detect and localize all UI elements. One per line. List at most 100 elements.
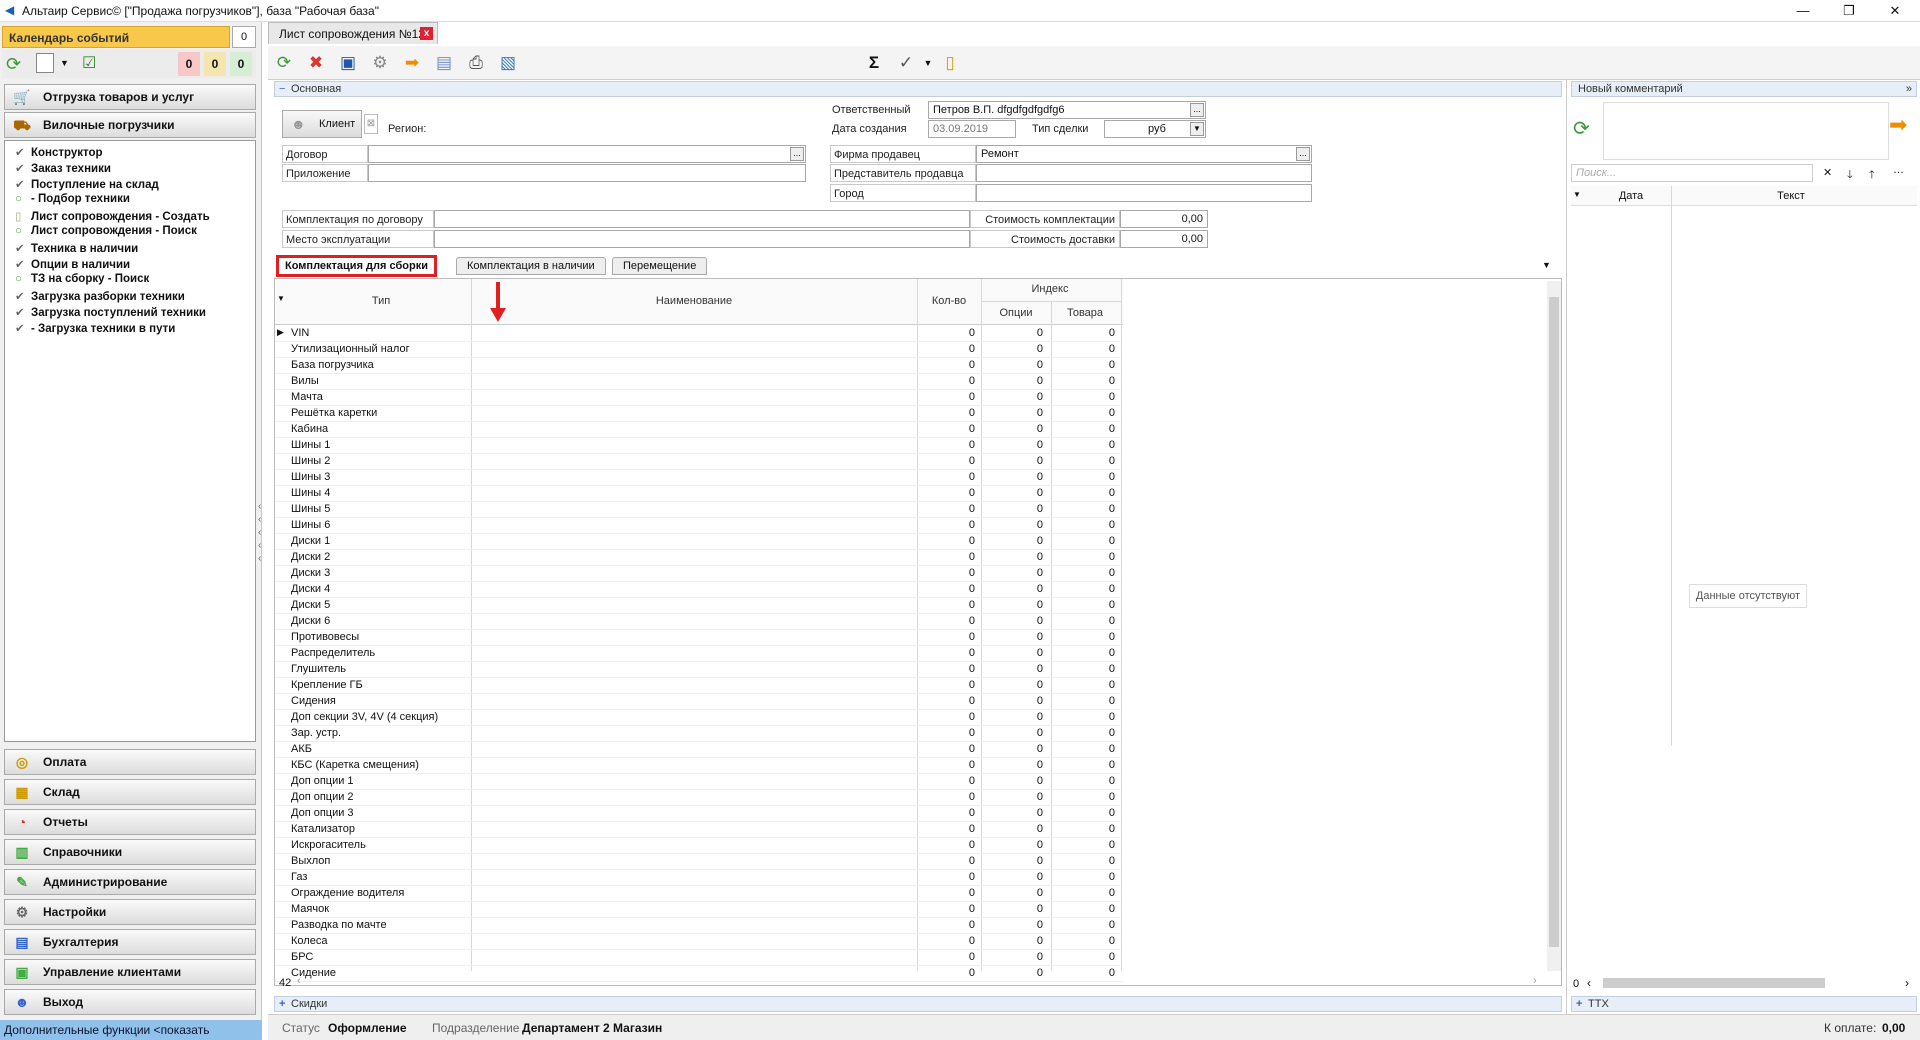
nav-references[interactable]: ▥ Справочники [4,839,256,865]
table-row[interactable]: Доп секции 3V, 4V (4 секция) 0 0 0 [275,710,1123,726]
table-row[interactable]: Доп опции 2 0 0 0 [275,790,1123,806]
table-row[interactable]: VIN 0 0 0 [275,326,1123,342]
table-row[interactable]: Шины 2 0 0 0 [275,454,1123,470]
more-options-icon[interactable]: … [1893,164,1904,176]
contract-field[interactable]: ... [368,145,806,163]
print-icon[interactable]: ⎙ [464,52,488,74]
tab-transfer[interactable]: Перемещение [612,257,708,275]
ttx-section-header[interactable]: + ТТХ [1571,996,1917,1012]
table-row[interactable]: Диски 2 0 0 0 [275,550,1123,566]
table-row[interactable]: АКБ 0 0 0 [275,742,1123,758]
created-date-field[interactable]: 03.09.2019 [928,120,1016,138]
export-icon[interactable]: ▤ [432,52,456,74]
refresh-icon[interactable]: ⟳ [272,52,296,74]
table-row[interactable]: Шины 4 0 0 0 [275,486,1123,502]
settings-icon[interactable]: ⚙ [368,52,392,74]
new-document-icon[interactable] [36,53,54,73]
nav-settings[interactable]: ⚙ Настройки [4,899,256,925]
horizontal-scrollbar-thumb[interactable] [1603,978,1825,988]
kit-cost-field[interactable]: 0,00 [1120,210,1208,228]
section-main-header[interactable]: − Основная [274,81,1562,97]
dropdown-arrow-icon[interactable]: ▼ [916,52,940,74]
table-row[interactable]: Противовесы 0 0 0 [275,630,1123,646]
table-row[interactable]: Газ 0 0 0 [275,870,1123,886]
table-row[interactable]: Разводка по мачте 0 0 0 [275,918,1123,934]
tree-item[interactable]: ✔ Конструктор [15,145,103,161]
dropdown-arrow-icon[interactable]: ▼ [60,58,69,68]
table-row[interactable]: Маячок 0 0 0 [275,902,1123,918]
table-row[interactable]: Шины 6 0 0 0 [275,518,1123,534]
delivery-cost-field[interactable]: 0,00 [1120,230,1208,248]
seller-rep-field[interactable] [976,164,1312,182]
table-row[interactable]: Шины 1 0 0 0 [275,438,1123,454]
responsible-field[interactable]: Петров В.П. dfgdfgdfgdfg6 ... [928,101,1206,119]
table-row[interactable]: КБС (Каретка смещения) 0 0 0 [275,758,1123,774]
table-row[interactable]: Доп опции 3 0 0 0 [275,806,1123,822]
table-row[interactable]: Сидение 0 0 0 [275,966,1123,982]
checkmark-icon[interactable]: ✓ [894,52,918,74]
clear-search-icon[interactable]: ✕ [1823,166,1832,179]
seller-picker-button[interactable]: ... [1296,147,1310,161]
checklist-icon[interactable]: ☑ [82,53,96,73]
contract-picker-button[interactable]: ... [790,147,804,161]
table-row[interactable]: Диски 6 0 0 0 [275,614,1123,630]
image-icon[interactable]: ▧ [496,52,520,74]
table-row[interactable]: Диски 1 0 0 0 [275,534,1123,550]
scroll-left-icon[interactable]: ‹ [1587,976,1591,990]
table-row[interactable]: Решётка каретки 0 0 0 [275,406,1123,422]
nav-shipment[interactable]: 🛒 Отгрузка товаров и услуг [4,84,256,110]
vertical-scrollbar[interactable] [1547,281,1561,971]
table-row[interactable]: Ограждение водителя 0 0 0 [275,886,1123,902]
table-row[interactable]: Утилизационный налог 0 0 0 [275,342,1123,358]
nav-accounting[interactable]: ▤ Бухгалтерия [4,929,256,955]
clear-client-icon[interactable]: ⊠ [364,114,378,134]
save-icon[interactable]: ▣ [336,52,360,74]
table-row[interactable]: Катализатор 0 0 0 [275,822,1123,838]
table-row[interactable]: База погрузчика 0 0 0 [275,358,1123,374]
nav-forklifts[interactable]: ⛟ Вилочные погрузчики [4,112,256,138]
table-row[interactable]: Диски 4 0 0 0 [275,582,1123,598]
table-row[interactable]: Кабина 0 0 0 [275,422,1123,438]
splitter-collapse-icons[interactable]: ‹ ‹ ‹ ‹ ‹ [258,500,266,564]
nav-reports[interactable]: ◔ Отчеты [4,809,256,835]
document-tab[interactable]: Лист сопровождения №12 x [268,22,438,44]
nav-payment[interactable]: ◎ Оплата [4,749,256,775]
seller-field[interactable]: Ремонт ... [976,145,1312,163]
scroll-right-icon[interactable]: › [1533,975,1537,987]
delete-icon[interactable]: ✖ [304,52,328,74]
table-row[interactable]: Мачта 0 0 0 [275,390,1123,406]
tree-item[interactable]: ✔ - Загрузка техники в пути [15,321,175,337]
refresh-icon[interactable]: ⟳ [1573,116,1590,141]
deal-type-select[interactable]: руб ▼ [1104,120,1206,138]
send-arrow-icon[interactable]: ➡ [1889,112,1907,138]
tree-item[interactable]: ✔ Техника в наличии [15,241,138,257]
tree-item[interactable]: ○ - Подбор техники [15,193,130,209]
tree-item[interactable]: ✔ Загрузка разборки техники [15,289,185,305]
nav-warehouse[interactable]: ▦ Склад [4,779,256,805]
close-tab-icon[interactable]: x [420,27,433,40]
nav-exit[interactable]: ☻ Выход [4,989,256,1015]
scrollbar-thumb[interactable] [1549,297,1559,947]
close-window-button[interactable]: ✕ [1872,0,1918,22]
table-row[interactable]: Доп опции 1 0 0 0 [275,774,1123,790]
forward-arrow-icon[interactable]: ➡ [400,52,424,74]
tree-item[interactable]: ✔ Заказ техники [15,161,111,177]
section-discounts-header[interactable]: + Скидки [274,996,1562,1012]
table-row[interactable]: Диски 5 0 0 0 [275,598,1123,614]
table-row[interactable]: Сидения 0 0 0 [275,694,1123,710]
notes-icon[interactable]: ▯ [938,52,962,74]
city-field[interactable] [976,184,1312,202]
col-index-header[interactable]: Индекс [981,283,1119,295]
responsible-picker-button[interactable]: ... [1190,103,1204,117]
nav-administration[interactable]: ✎ Администрирование [4,869,256,895]
table-row[interactable]: Крепление ГБ 0 0 0 [275,678,1123,694]
table-row[interactable]: БРС 0 0 0 [275,950,1123,966]
tree-item[interactable]: ○ ТЗ на сборку - Поиск [15,273,149,289]
table-row[interactable]: Зар. устр. 0 0 0 [275,726,1123,742]
scroll-right-icon[interactable]: › [1905,976,1909,990]
nav-clients[interactable]: ▣ Управление клиентами [4,959,256,985]
table-row[interactable]: Колеса 0 0 0 [275,934,1123,950]
chevron-down-icon[interactable]: ▼ [1190,122,1204,136]
kit-contract-field[interactable] [434,210,970,228]
search-down-icon[interactable]: 🡓 [1847,166,1853,185]
